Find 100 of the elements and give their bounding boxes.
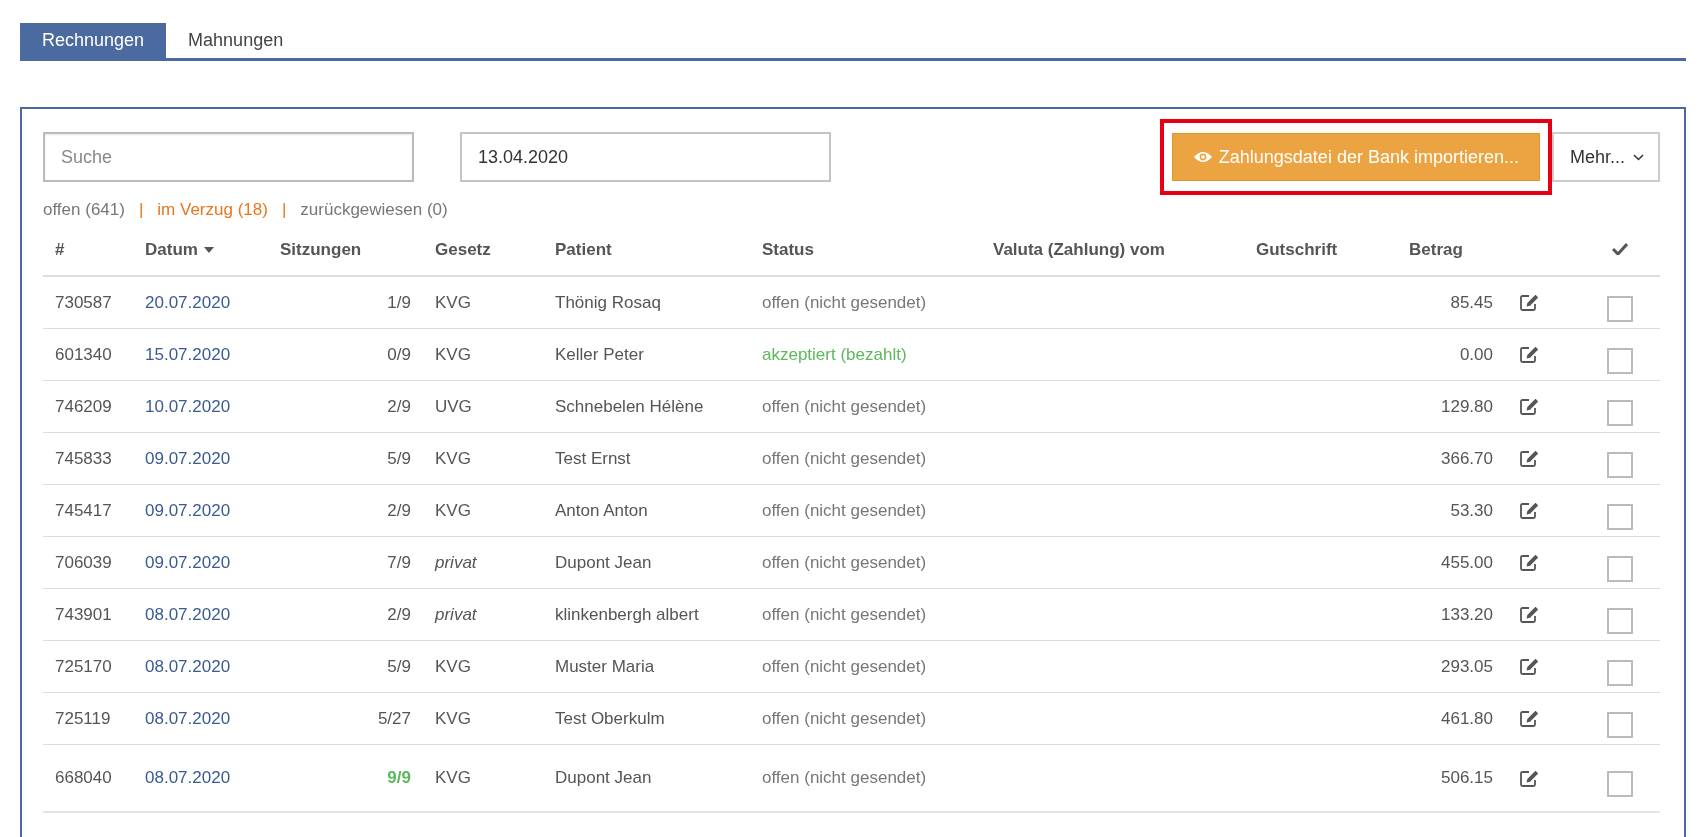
date-link[interactable]: 08.07.2020: [145, 768, 231, 787]
edit-icon[interactable]: [1520, 554, 1539, 571]
table-cell: 133.20: [1441, 604, 1493, 624]
edit-icon[interactable]: [1520, 502, 1539, 519]
table-cell: KVG: [435, 292, 471, 312]
date-link[interactable]: 10.07.2020: [145, 396, 231, 416]
table-cell: KVG: [435, 448, 471, 468]
date-link[interactable]: 20.07.2020: [145, 292, 231, 312]
row-checkbox[interactable]: [1607, 347, 1633, 374]
column-header[interactable]: Datum: [145, 240, 214, 260]
chevron-down-icon: [1633, 153, 1644, 161]
table-cell: 0.00: [1459, 344, 1493, 364]
status-text: offen (nicht gesendet): [762, 396, 927, 416]
table-cell: Dupont Jean: [555, 552, 652, 572]
table-cell: UVG: [435, 396, 472, 416]
edit-icon[interactable]: [1520, 398, 1539, 415]
table-cell: Schnebelen Hélène: [555, 396, 704, 416]
row-checkbox[interactable]: [1607, 399, 1633, 426]
table-cell: 9/9: [387, 768, 411, 787]
table-cell: Test Ernst: [555, 448, 631, 468]
table-cell: 1/9: [387, 292, 411, 312]
status-text: offen (nicht gesendet): [762, 708, 927, 728]
date-field[interactable]: 13.04.2020: [460, 132, 831, 182]
date-link[interactable]: 15.07.2020: [145, 344, 231, 364]
table-cell: Muster Maria: [555, 656, 655, 676]
table-cell: 2/9: [387, 604, 411, 624]
table-cell: 725119: [55, 708, 111, 728]
row-checkbox[interactable]: [1607, 711, 1633, 738]
edit-icon[interactable]: [1520, 450, 1539, 467]
table-cell: 455.00: [1441, 552, 1493, 572]
row-checkbox[interactable]: [1607, 295, 1633, 322]
tab[interactable]: Mahnungen: [166, 23, 306, 58]
edit-icon[interactable]: [1520, 346, 1539, 363]
table-cell: 706039: [55, 552, 112, 572]
tab[interactable]: Rechnungen: [20, 23, 167, 58]
table-cell: 2/9: [387, 500, 411, 520]
status-text: offen (nicht gesendet): [762, 768, 927, 787]
table-cell: 725170: [55, 656, 112, 676]
table-cell: 85.45: [1450, 292, 1493, 312]
column-header[interactable]: Valuta (Zahlung) vom: [993, 240, 1165, 260]
table-cell: 129.80: [1441, 396, 1493, 416]
edit-icon[interactable]: [1520, 606, 1539, 623]
table-cell: 730587: [55, 292, 112, 312]
table-cell: 53.30: [1450, 500, 1493, 520]
table-cell: KVG: [435, 656, 471, 676]
date-link[interactable]: 09.07.2020: [145, 448, 231, 468]
date-link[interactable]: 08.07.2020: [145, 604, 231, 624]
edit-icon[interactable]: [1520, 769, 1539, 787]
table-cell: 7/9: [387, 552, 411, 572]
separator: |: [281, 200, 287, 220]
row-checkbox[interactable]: [1607, 555, 1633, 582]
column-header[interactable]: Sitzungen: [280, 240, 362, 260]
table-cell: 2/9: [387, 396, 411, 416]
date-link[interactable]: 08.07.2020: [145, 708, 231, 728]
edit-icon[interactable]: [1520, 710, 1539, 727]
status-text: offen (nicht gesendet): [762, 500, 927, 520]
edit-icon[interactable]: [1520, 294, 1539, 311]
filter-link[interactable]: offen (641): [43, 200, 125, 220]
column-header[interactable]: Gutschrift: [1256, 240, 1338, 260]
date-link[interactable]: 09.07.2020: [145, 552, 231, 572]
table-cell: Thönig Rosaq: [555, 292, 661, 312]
more-button[interactable]: Mehr...: [1551, 132, 1660, 182]
status-text: offen (nicht gesendet): [762, 552, 927, 572]
table-cell: KVG: [435, 768, 471, 787]
table-cell: 743901: [55, 604, 112, 624]
column-header[interactable]: Betrag: [1409, 240, 1463, 260]
table-cell: klinkenbergh albert: [555, 604, 699, 624]
date-link[interactable]: 08.07.2020: [145, 656, 231, 676]
search-field[interactable]: Suche: [43, 132, 414, 182]
row-checkbox[interactable]: [1607, 451, 1633, 478]
table-cell: Anton Anton: [555, 500, 648, 520]
column-header[interactable]: Patient: [555, 240, 612, 260]
status-text: offen (nicht gesendet): [762, 448, 927, 468]
table-cell: 5/27: [377, 708, 411, 728]
row-checkbox[interactable]: [1607, 503, 1633, 530]
date-link[interactable]: 09.07.2020: [145, 500, 231, 520]
table-cell: privat: [435, 552, 477, 572]
column-header[interactable]: Status: [762, 240, 814, 260]
table-cell: Test Oberkulm: [555, 708, 665, 728]
row-checkbox[interactable]: [1607, 771, 1633, 797]
column-header[interactable]: Gesetz: [435, 240, 491, 260]
table-cell: KVG: [435, 500, 471, 520]
status-text: akzeptiert (bezahlt): [762, 344, 907, 364]
table-cell: 366.70: [1441, 448, 1493, 468]
table-cell: privat: [435, 604, 477, 624]
table-cell: 0/9: [387, 344, 411, 364]
table-cell: Keller Peter: [555, 344, 644, 364]
table-cell: 668040: [55, 768, 112, 787]
column-header[interactable]: #: [55, 240, 65, 260]
row-checkbox[interactable]: [1607, 607, 1633, 634]
edit-icon[interactable]: [1520, 658, 1539, 675]
row-checkbox[interactable]: [1607, 659, 1633, 686]
filter-link[interactable]: zurückgewiesen (0): [300, 200, 448, 220]
sort-caret-icon: [203, 247, 214, 253]
table-cell: KVG: [435, 708, 471, 728]
table-cell: 5/9: [387, 448, 411, 468]
table-cell: 506.15: [1441, 768, 1493, 787]
table-cell: Dupont Jean: [555, 768, 652, 787]
table-cell: 745833: [55, 448, 112, 468]
separator: |: [138, 200, 144, 220]
